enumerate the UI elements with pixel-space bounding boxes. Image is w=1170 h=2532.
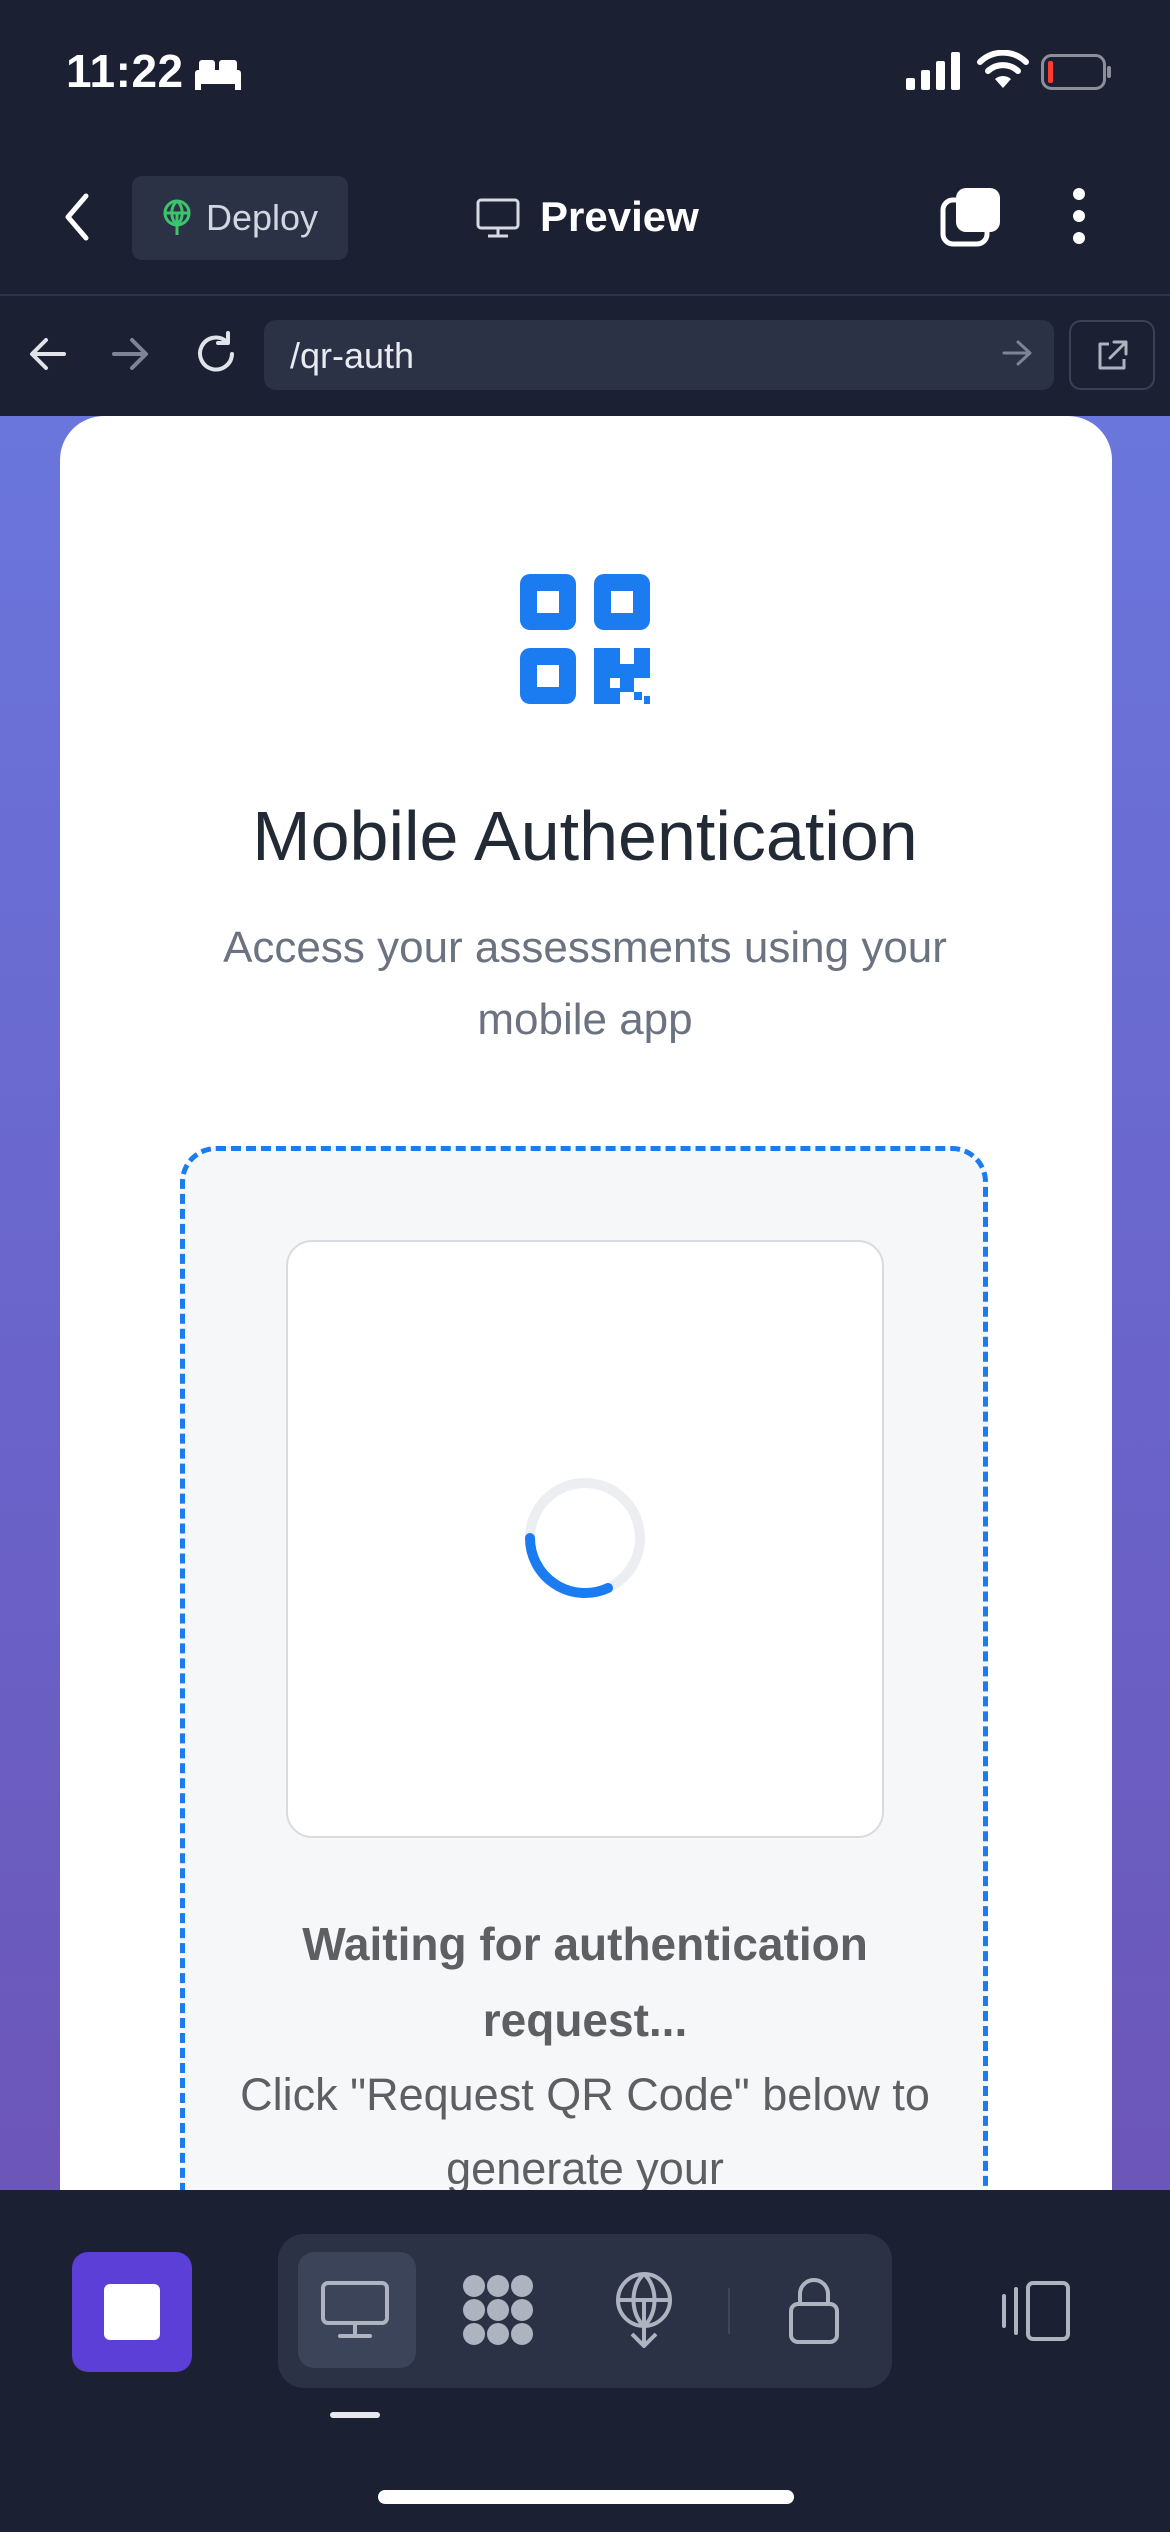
deploy-icon (163, 199, 191, 235)
wifi-icon (977, 50, 1029, 88)
cluster-icon[interactable] (460, 2274, 536, 2346)
url-go-icon[interactable] (1000, 338, 1034, 368)
desktop-icon (321, 2281, 389, 2338)
reload-icon[interactable] (192, 330, 240, 378)
qr-code-icon (520, 574, 650, 704)
tabs-icon[interactable] (940, 186, 1002, 248)
instruction-text: Click "Request QR Code" below to generat… (240, 2069, 930, 2190)
waiting-status-text: Waiting for authentication request... (302, 1918, 868, 2046)
nav-back-icon[interactable] (28, 336, 68, 372)
mode-divider (728, 2288, 730, 2334)
page-title: Mobile Authentication (252, 797, 918, 875)
spinner-icon (525, 1478, 645, 1599)
more-icon[interactable] (1066, 186, 1092, 246)
preview-icon (476, 198, 520, 238)
deploy-tool-icon[interactable] (612, 2272, 676, 2348)
battery-icon (1041, 54, 1111, 90)
url-text: /qr-auth (290, 335, 415, 376)
back-icon[interactable] (62, 192, 92, 242)
status-time: 11:22 (66, 45, 184, 97)
deploy-label: Deploy (206, 197, 319, 238)
home-indicator (378, 2490, 794, 2504)
page-header-title: Preview (540, 193, 699, 240)
nav-forward-icon[interactable] (110, 336, 150, 372)
open-external-icon (1098, 340, 1128, 370)
signal-icon (906, 52, 960, 90)
stop-icon (104, 2284, 160, 2340)
page-subtitle: Access your assessments using your mobil… (223, 923, 947, 1044)
web-viewport: Mobile Authentication Access your assess… (0, 416, 1170, 2190)
bed-icon (195, 60, 241, 90)
lock-icon[interactable] (788, 2276, 840, 2344)
active-mode-indicator (330, 2412, 380, 2418)
side-panel-icon[interactable] (1000, 2280, 1072, 2342)
